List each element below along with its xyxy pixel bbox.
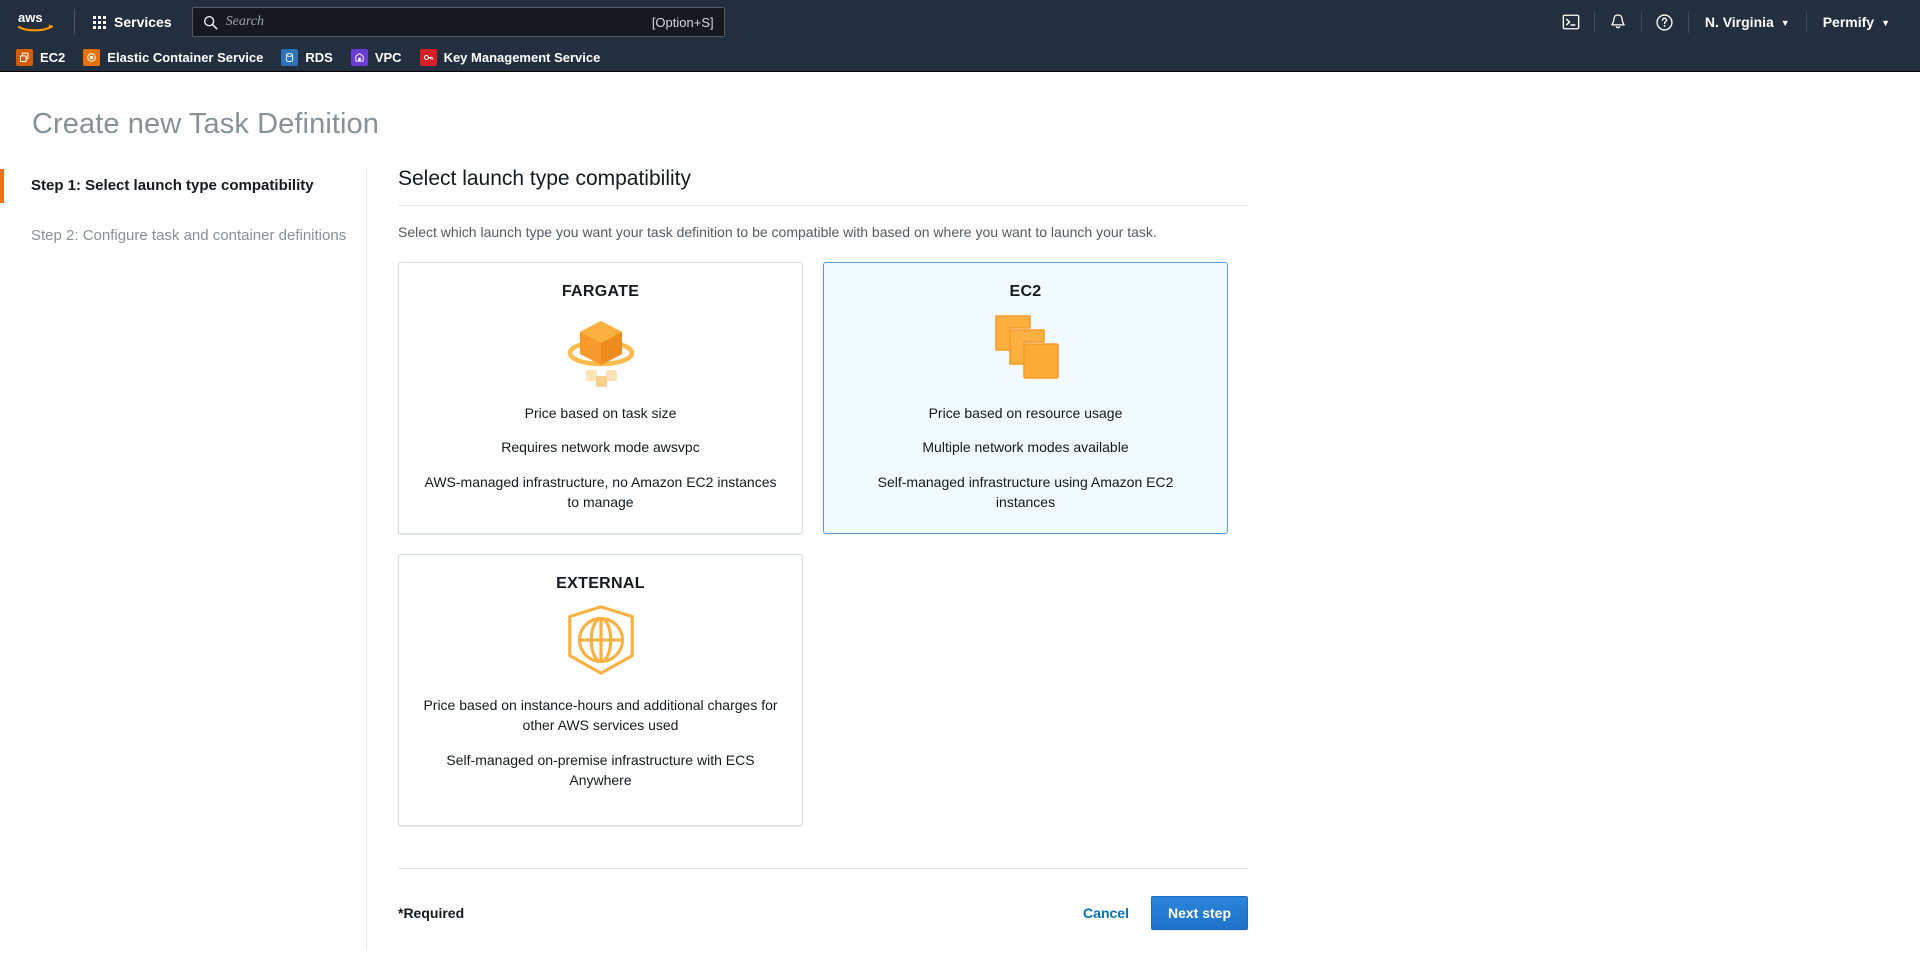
services-menu-label: Services [114,14,172,30]
main-panel: Select launch type compatibility Select … [367,167,1267,950]
wizard-footer: *Required Cancel Next step [398,896,1248,950]
launch-type-card-fargate-line-3: AWS-managed infrastructure, no Amazon EC… [424,473,777,510]
top-navigation-bar: aws Services Search [Option+S] N. Virgin… [0,0,1920,44]
search-shortcut-hint: [Option+S] [651,14,714,30]
search-icon [203,15,218,30]
region-selector-label: N. Virginia [1704,14,1774,30]
launch-type-card-fargate-title: FARGATE [561,283,640,300]
aws-logo[interactable]: aws [14,7,58,37]
ec2-stack-icon [842,307,1209,389]
launch-type-card-external-line-2: Self-managed on-premise infrastructure w… [446,751,755,788]
region-selector[interactable]: N. Virginia ▼ [1689,0,1806,44]
footer-divider [398,868,1248,869]
sidebar-item-step-1[interactable]: Step 1: Select launch type compatibility [0,169,366,203]
card-row-2: EXTERNAL Price based on instance-hours a… [398,554,1267,826]
help-icon[interactable] [1642,0,1688,44]
launch-type-card-fargate-line-1: Price based on task size [524,405,677,421]
card-row-1: FARGATE Price based on task size Require… [398,262,1267,534]
launch-type-card-external-line-1: Price based on instance-hours and additi… [423,697,778,734]
svg-text:aws: aws [18,10,43,25]
account-menu-label: Permify [1822,14,1875,30]
sidebar-item-step-1-label: Step 1: Select launch type compatibility [31,177,314,194]
shortcut-key-management-service[interactable]: Key Management Service [419,49,601,66]
chevron-down-icon: ▼ [1780,18,1790,28]
cancel-button[interactable]: Cancel [1083,905,1129,921]
account-menu[interactable]: Permify ▼ [1807,0,1906,44]
rds-icon [281,49,299,66]
launch-type-card-fargate[interactable]: FARGATE Price based on task size Require… [398,262,803,534]
cloudshell-icon[interactable] [1548,0,1594,44]
launch-type-cards: FARGATE Price based on task size Require… [398,262,1267,826]
shortcut-ec2[interactable]: EC2 [16,49,65,66]
shortcut-elastic-container-service[interactable]: Elastic Container Service [83,49,263,66]
shortcut-rds[interactable]: RDS [281,49,333,66]
launch-type-card-ec2-line-2: Multiple network modes available [922,439,1129,456]
service-shortcut-bar: EC2 Elastic Container Service RDS VPC Ke… [0,44,1920,72]
ecs-icon [83,49,101,66]
launch-type-card-fargate-line-2: Requires network mode awsvpc [501,439,700,456]
shortcut-kms-label: Key Management Service [443,50,601,65]
next-step-button[interactable]: Next step [1150,896,1248,930]
grid-icon [93,15,106,29]
sidebar-item-step-2[interactable]: Step 2: Configure task and container def… [0,219,366,253]
page-title: Create new Task Definition [32,108,380,140]
section-heading: Select launch type compatibility [398,167,1248,206]
page-content: Create new Task Definition Step 1: Selec… [0,72,1920,971]
launch-type-card-ec2-line-3: Self-managed infrastructure using Amazon… [877,473,1174,510]
fargate-cube-icon [417,307,784,389]
kms-icon [419,49,437,66]
launch-type-card-external[interactable]: EXTERNAL Price based on instance-hours a… [398,554,803,826]
global-search-box[interactable]: Search [Option+S] [191,7,725,37]
launch-type-card-external-title: EXTERNAL [556,575,645,592]
required-note: *Required [398,905,465,921]
external-globe-icon [417,599,784,681]
chevron-down-icon: ▼ [1881,18,1890,28]
shortcut-ecs-label: Elastic Container Service [107,50,264,65]
launch-type-card-ec2[interactable]: EC2 Price based on resource usage Multip… [823,262,1228,534]
shortcut-vpc-label: VPC [374,50,402,65]
nav-right-group: N. Virginia ▼ Permify ▼ [1548,0,1906,44]
ec2-icon [16,49,33,66]
services-menu-button[interactable]: Services [85,8,180,36]
vpc-icon [350,49,368,66]
shortcut-ec2-label: EC2 [40,50,66,65]
launch-type-card-ec2-line-1: Price based on resource usage [928,405,1123,421]
bell-icon[interactable] [1595,0,1641,44]
shortcut-rds-label: RDS [305,50,333,65]
search-input[interactable]: Search [226,14,652,30]
page-body: Step 1: Select launch type compatibility… [0,167,1920,950]
footer-actions: Cancel Next step [1083,896,1248,930]
section-description: Select which launch type you want your t… [398,224,1157,240]
nav-divider [74,9,75,35]
launch-type-card-ec2-title: EC2 [1009,283,1042,300]
shortcut-vpc[interactable]: VPC [350,49,402,66]
sidebar-item-step-2-label: Step 2: Configure task and container def… [31,226,347,244]
wizard-step-sidebar: Step 1: Select launch type compatibility… [0,167,367,950]
